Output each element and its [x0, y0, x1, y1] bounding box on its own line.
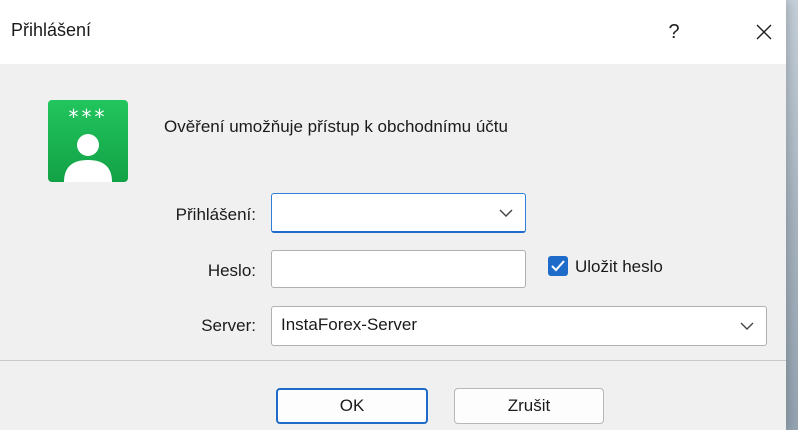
cancel-button[interactable]: Zrušit: [454, 388, 604, 424]
button-divider: [0, 360, 786, 361]
save-password-label[interactable]: Uložit heslo: [575, 257, 663, 277]
question-icon: ?: [668, 20, 680, 43]
help-button[interactable]: ?: [648, 6, 700, 58]
icon-asterisks: ***: [69, 105, 108, 129]
server-label: Server:: [201, 316, 256, 335]
password-field[interactable]: [271, 250, 526, 288]
title-bar: Přihlášení ?: [0, 0, 786, 64]
save-password-checkbox[interactable]: [548, 256, 568, 276]
ok-button[interactable]: OK: [276, 388, 428, 424]
password-label: Heslo:: [207, 261, 256, 280]
server-combobox[interactable]: InstaForex-Server: [271, 306, 767, 346]
dialog-title: Přihlášení: [11, 20, 92, 40]
login-combobox[interactable]: [271, 193, 526, 233]
account-user-icon: ***: [48, 100, 128, 182]
chevron-down-icon[interactable]: [499, 194, 513, 231]
close-button[interactable]: [738, 6, 790, 58]
close-icon: [756, 24, 772, 40]
login-label: Přihlášení:: [175, 205, 256, 224]
chevron-down-icon[interactable]: [740, 307, 754, 345]
login-dialog: Přihlášení ? *** Ověření umožňuje přístu…: [0, 0, 786, 430]
server-value: InstaForex-Server: [281, 315, 418, 334]
intro-text: Ověření umožňuje přístup k obchodnímu úč…: [164, 117, 508, 136]
checkmark-icon: [551, 260, 565, 272]
